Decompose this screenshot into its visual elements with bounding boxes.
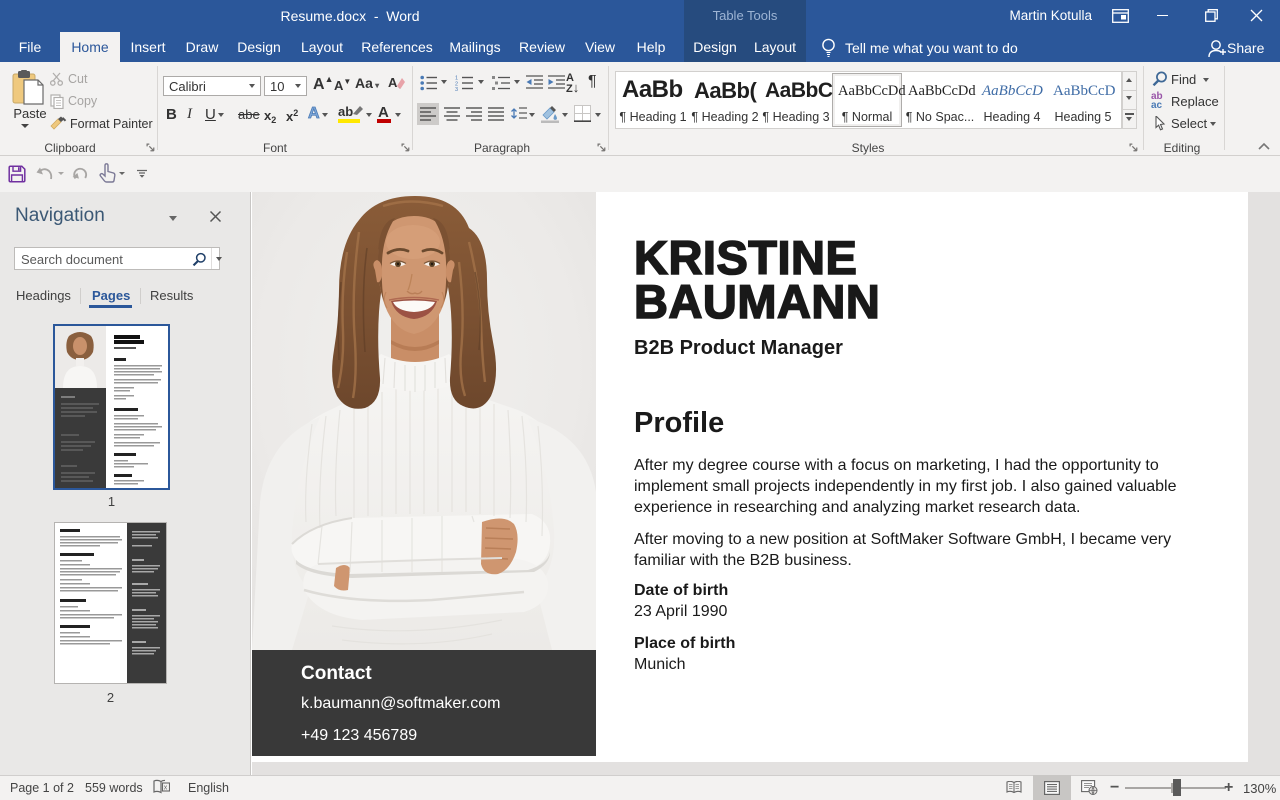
svg-text:3: 3 <box>455 87 458 91</box>
svg-text:A: A <box>388 75 398 90</box>
svg-text:x: x <box>164 785 168 792</box>
